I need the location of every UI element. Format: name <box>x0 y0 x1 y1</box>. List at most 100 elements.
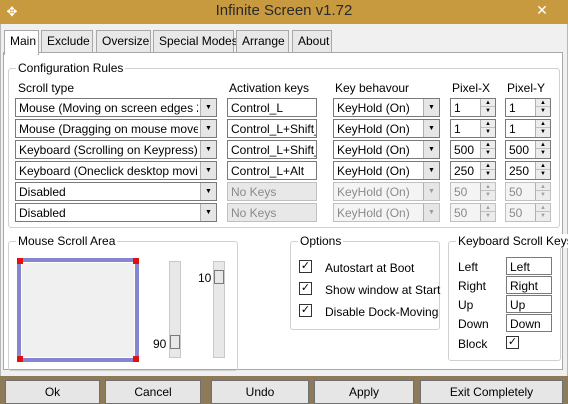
pixel-x-stepper[interactable]: 500 ▲ ▼ <box>450 140 496 159</box>
pixel-x-stepper[interactable]: 1 ▲ ▼ <box>450 119 496 138</box>
key-right-field[interactable]: Right <box>506 276 552 294</box>
ok-button[interactable]: Ok <box>5 380 100 404</box>
pixel-y-value: 1 <box>509 101 516 115</box>
key-left-field[interactable]: Left <box>506 257 552 275</box>
chevron-down-icon[interactable]: ▼ <box>423 99 439 116</box>
pixel-x-stepper: 50 ▲ ▼ <box>450 203 496 222</box>
pixel-x-value: 1 <box>454 101 461 115</box>
scroll-type-select[interactable]: Mouse (Dragging on mouse move) ▼ <box>15 119 217 138</box>
chevron-down-icon[interactable]: ▼ <box>200 183 216 200</box>
autostart-checkbox[interactable]: ✓ <box>299 260 312 273</box>
spin-down-icon[interactable]: ▼ <box>481 128 495 136</box>
key-up-field[interactable]: Up <box>506 295 552 313</box>
undo-button[interactable]: Undo <box>211 380 309 404</box>
disable-dock-moving-checkbox[interactable]: ✓ <box>299 304 312 317</box>
spin-down-icon[interactable]: ▼ <box>481 107 495 115</box>
spin-up-icon[interactable]: ▲ <box>481 120 495 128</box>
pixel-x-stepper[interactable]: 250 ▲ ▼ <box>450 161 496 180</box>
cancel-button[interactable]: Cancel <box>105 380 201 404</box>
title-bar: ✥ Infinite Screen v1.72 ✕ <box>0 0 568 24</box>
key-behaviour-value: KeyHold (On) <box>337 101 410 115</box>
spin-down-icon[interactable]: ▼ <box>481 170 495 178</box>
spin-down-icon[interactable]: ▼ <box>536 107 550 115</box>
apply-button[interactable]: Apply <box>314 380 414 404</box>
mouse-scroll-area-title: Mouse Scroll Area <box>16 234 118 248</box>
chevron-down-icon: ▼ <box>423 204 439 221</box>
chevron-down-icon[interactable]: ▼ <box>200 99 216 116</box>
spin-down-icon[interactable]: ▼ <box>536 128 550 136</box>
pixel-x-value: 500 <box>454 143 475 157</box>
scroll-type-select[interactable]: Keyboard (Scrolling on Keypress) ▼ <box>15 140 217 159</box>
corner-handle-top-left[interactable] <box>17 258 23 264</box>
pixel-y-stepper[interactable]: 1 ▲ ▼ <box>505 119 551 138</box>
key-down-field[interactable]: Down <box>506 314 552 332</box>
chevron-down-icon[interactable]: ▼ <box>200 120 216 137</box>
chevron-down-icon[interactable]: ▼ <box>200 141 216 158</box>
keyboard-scroll-keys-title: Keyboard Scroll Keys <box>456 234 568 248</box>
key-behaviour-select[interactable]: KeyHold (On) ▼ <box>333 98 440 117</box>
key-behaviour-select[interactable]: KeyHold (On) ▼ <box>333 140 440 159</box>
spin-up-icon[interactable]: ▲ <box>536 141 550 149</box>
scroll-type-select[interactable]: Keyboard (Oneclick desktop moving) ▼ <box>15 161 217 180</box>
stepper-buttons: ▲ ▼ <box>535 99 550 116</box>
corner-handle-bottom-right[interactable] <box>133 356 139 362</box>
show-window-checkbox[interactable]: ✓ <box>299 282 312 295</box>
activation-keys-field[interactable]: Control_L+Shift_L <box>227 140 317 159</box>
pixel-x-value: 50 <box>454 206 468 220</box>
header-key-behaviour: Key behavour <box>335 81 410 95</box>
activation-keys-field[interactable]: Control_L+Alt <box>227 161 317 180</box>
spin-up-icon[interactable]: ▲ <box>481 141 495 149</box>
key-behaviour-value: KeyHold (On) <box>337 185 410 199</box>
scroll-type-select[interactable]: Mouse (Moving on screen edges 2d) ▼ <box>15 98 217 117</box>
scroll-type-value: Mouse (Dragging on mouse move) <box>19 122 198 136</box>
slider-right-thumb[interactable] <box>214 270 224 284</box>
tab-special-modes[interactable]: Special Modes <box>153 30 238 52</box>
pixel-y-stepper[interactable]: 1 ▲ ▼ <box>505 98 551 117</box>
key-right-label: Right <box>458 279 487 293</box>
scroll-type-value: Keyboard (Oneclick desktop moving) <box>19 164 198 178</box>
slider-left-thumb[interactable] <box>170 335 180 349</box>
exit-completely-button[interactable]: Exit Completely <box>420 380 563 404</box>
spin-up-icon[interactable]: ▲ <box>481 99 495 107</box>
pixel-y-stepper[interactable]: 500 ▲ ▼ <box>505 140 551 159</box>
show-window-label: Show window at Start <box>325 283 441 297</box>
spin-down-icon: ▼ <box>540 192 546 198</box>
pixel-y-stepper: 50 ▲ ▼ <box>505 182 551 201</box>
tab-main[interactable]: Main <box>4 30 39 55</box>
chevron-down-icon[interactable]: ▼ <box>423 162 439 179</box>
pixel-y-stepper[interactable]: 250 ▲ ▼ <box>505 161 551 180</box>
corner-handle-bottom-left[interactable] <box>17 356 23 362</box>
activation-keys-field[interactable]: Control_L+Shift_L <box>227 119 317 138</box>
stepper-buttons: ▲ ▼ <box>535 183 550 200</box>
chevron-down-icon[interactable]: ▼ <box>423 120 439 137</box>
spin-up-icon[interactable]: ▲ <box>536 99 550 107</box>
tab-arrange[interactable]: Arrange <box>236 30 289 52</box>
pixel-y-value: 50 <box>509 185 523 199</box>
pixel-x-stepper[interactable]: 1 ▲ ▼ <box>450 98 496 117</box>
autostart-label: Autostart at Boot <box>325 261 415 275</box>
chevron-down-icon[interactable]: ▼ <box>200 204 216 221</box>
scroll-type-select[interactable]: Disabled ▼ <box>15 182 217 201</box>
spin-up-icon[interactable]: ▲ <box>481 162 495 170</box>
corner-handle-top-right[interactable] <box>133 258 139 264</box>
chevron-down-icon[interactable]: ▼ <box>423 141 439 158</box>
spin-down-icon[interactable]: ▼ <box>481 149 495 157</box>
tab-oversize[interactable]: Oversize <box>96 30 151 52</box>
key-behaviour-select[interactable]: KeyHold (On) ▼ <box>333 119 440 138</box>
spin-up-icon[interactable]: ▲ <box>536 120 550 128</box>
spin-down-icon: ▼ <box>540 213 546 219</box>
key-behaviour-select[interactable]: KeyHold (On) ▼ <box>333 161 440 180</box>
spin-up-icon[interactable]: ▲ <box>536 162 550 170</box>
block-checkbox[interactable]: ✓ <box>506 336 519 349</box>
tab-about[interactable]: About <box>292 30 332 52</box>
scroll-area-inner <box>21 262 135 358</box>
scroll-type-select[interactable]: Disabled ▼ <box>15 203 217 222</box>
spin-down-icon[interactable]: ▼ <box>536 149 550 157</box>
spin-down-icon[interactable]: ▼ <box>536 170 550 178</box>
header-pixel-x: Pixel-X <box>452 81 491 95</box>
close-button[interactable]: ✕ <box>522 0 562 20</box>
tab-exclude[interactable]: Exclude <box>41 30 93 52</box>
activation-keys-field[interactable]: Control_L <box>227 98 317 117</box>
spin-down-icon: ▼ <box>485 192 491 198</box>
chevron-down-icon[interactable]: ▼ <box>200 162 216 179</box>
